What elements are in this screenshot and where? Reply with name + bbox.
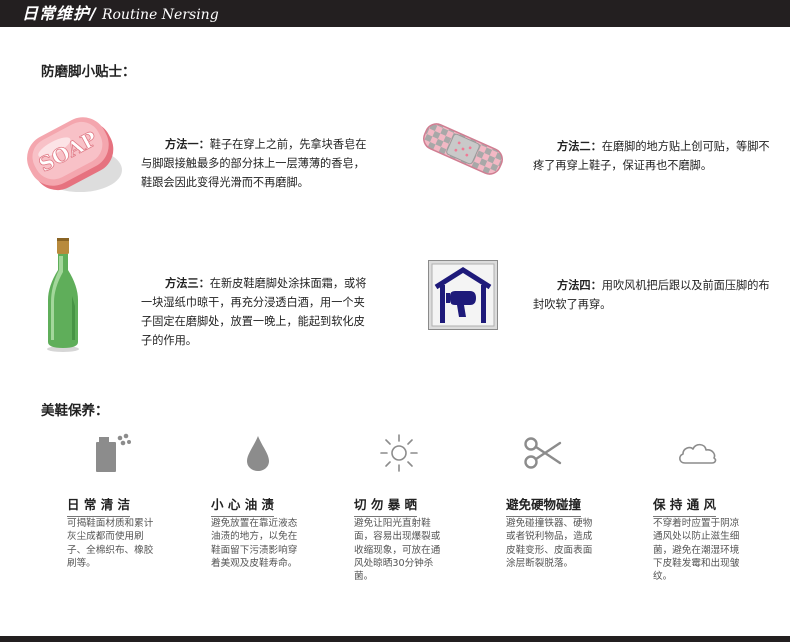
care-item-5-title: 保 持 通 风 [653,494,717,517]
tip-3-label: 方法三： [165,277,210,290]
tip-4-label: 方法四： [557,279,602,292]
care-item-1-desc: 可揭鞋面材质和累计灰尘成都而使用刷子、全棉织布、橡胶刷等。 [67,518,154,569]
tip-1-text: 方法一：鞋子在穿上之前，先拿块香皂在与脚跟接触最多的部分抹上一层薄薄的香皂，鞋跟… [141,135,372,192]
bandage-icon [423,123,503,175]
care-item-4-title: 避免硬物碰撞 [506,494,582,517]
tip-1-label: 方法一： [165,138,210,151]
spray-can-icon [96,433,131,472]
tip-2-text: 方法二：在磨脚的地方贴上创可贴，等脚不疼了再穿上鞋子，保证再也不磨脚。 [533,137,772,175]
hair-dryer-icon [428,260,498,330]
header-title-en: Routine Nersing [101,7,219,23]
care-item-2-desc: 避免放置在靠近液态油渍的地方，以免在鞋面留下污渍影响穿着美观及皮鞋寿命。 [211,518,298,569]
header-title-cn: 日常维护/ [22,4,97,23]
care-item-2-title: 小 心 油 渍 [211,494,275,517]
tip-2-label: 方法二： [557,140,602,153]
care-item-3-title: 切 勿 暴 晒 [354,494,418,517]
wine-bottle-icon [47,238,79,352]
care-item-3-desc: 避免让阳光直射鞋面，容易出现爆裂或收缩现象，可放在通风处晾晒30分钟杀菌。 [354,518,441,583]
care-item-4-desc: 避免碰撞铁器、硬物或者锐利物品，造成皮鞋变形、皮面表面涂层断裂脱落。 [506,518,593,569]
scissors-icon [524,437,562,469]
tip-3-text: 方法三：在新皮鞋磨脚处涂抹面霜，或将一块湿纸巾晾干，再充分浸透白酒，用一个夹子固… [141,274,369,350]
tips-section-title: 防磨脚小贴士： [41,64,136,80]
bottom-bar [0,636,790,642]
care-item-5-desc: 不穿着时应置于阴凉通风处以防止滋生细菌，避免在潮湿环境下皮鞋发霉和出现皱纹。 [653,518,740,583]
water-drop-icon [247,436,269,471]
cloud-icon [679,443,717,464]
care-section-title: 美鞋保养： [41,403,109,419]
page-header: 日常维护/ Routine Nersing [0,0,790,27]
soap-icon: SOAP [27,117,122,192]
sun-icon [380,434,418,472]
tip-4-text: 方法四：用吹风机把后跟以及前面压脚的布封吹软了再穿。 [533,276,773,314]
care-item-1-title: 日 常 清 洁 [67,494,131,517]
